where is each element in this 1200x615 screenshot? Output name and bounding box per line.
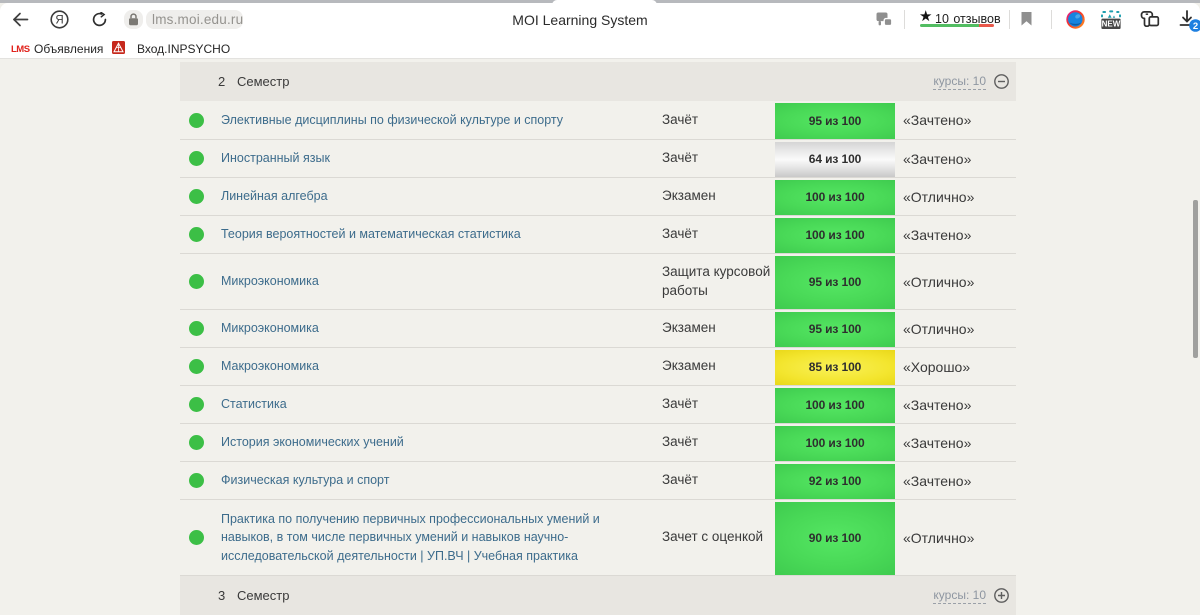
svg-text:Я: Я bbox=[55, 15, 63, 27]
svg-text:NEW: NEW bbox=[1102, 20, 1121, 29]
svg-text:2: 2 bbox=[1193, 21, 1198, 32]
